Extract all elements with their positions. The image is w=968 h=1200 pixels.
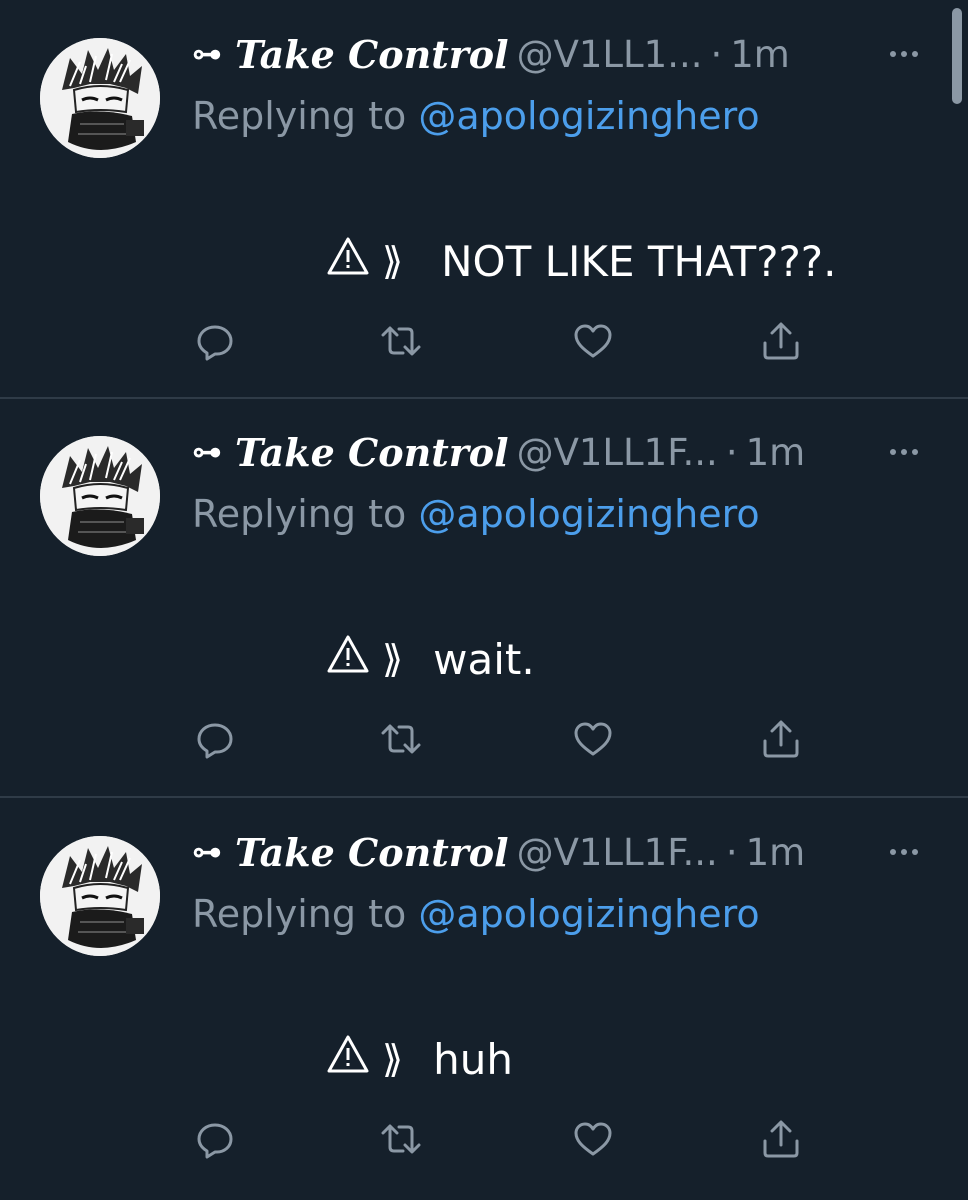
replying-to-handle[interactable]: @apologizinghero [418, 892, 759, 936]
display-name[interactable]: Take Control [235, 830, 509, 875]
action-bar [192, 318, 812, 368]
tweet-header: ⊶ Take Control @V1LL1... · 1m [192, 26, 892, 82]
tweet[interactable]: ⊶ Take Control @V1LL1F... · 1m Replying … [0, 798, 968, 1196]
double-arrow: ⟫ [382, 1037, 404, 1081]
tweet-body: NOT LIKE THAT???. [441, 236, 837, 286]
tweet-header: ⊶ Take Control @V1LL1F... · 1m [192, 824, 892, 880]
timestamp[interactable]: 1m [746, 831, 806, 874]
separator-dot: · [710, 32, 723, 76]
tweet[interactable]: ⊶ Take Control @V1LL1... · 1m Replying t… [0, 0, 968, 398]
replying-to-label: Replying to [192, 492, 419, 536]
timestamp[interactable]: 1m [730, 33, 790, 76]
display-name[interactable]: Take Control [235, 430, 509, 475]
avatar[interactable] [40, 436, 160, 556]
display-name[interactable]: Take Control [235, 32, 509, 77]
more-icon[interactable] [884, 832, 924, 872]
double-arrow: ⟫ [382, 239, 404, 283]
name-emblem: ⊶ [192, 36, 222, 72]
user-handle[interactable]: @V1LL1F... [517, 831, 718, 874]
timestamp[interactable]: 1m [746, 431, 806, 474]
avatar[interactable] [40, 38, 160, 158]
tweet[interactable]: ⊶ Take Control @V1LL1F... · 1m Replying … [0, 398, 968, 796]
retweet-icon[interactable] [378, 716, 424, 762]
replying-to: Replying to @apologizinghero [192, 94, 760, 138]
tweet-body: huh [433, 1034, 513, 1084]
separator-dot: · [725, 430, 738, 474]
reply-icon[interactable] [192, 716, 238, 762]
tweet-header: ⊶ Take Control @V1LL1F... · 1m [192, 424, 892, 480]
tweet-feed: ⊶ Take Control @V1LL1... · 1m Replying t… [0, 0, 968, 1200]
replying-to: Replying to @apologizinghero [192, 892, 760, 936]
tweet-text: ⟫ NOT LIKE THAT???. [326, 236, 836, 286]
reply-icon[interactable] [192, 1116, 238, 1162]
warning-icon [326, 236, 370, 286]
tweet-body: wait. [433, 634, 535, 684]
share-icon[interactable] [758, 1116, 804, 1162]
user-handle[interactable]: @V1LL1F... [517, 431, 718, 474]
heart-icon[interactable] [570, 318, 616, 364]
user-handle[interactable]: @V1LL1... [517, 33, 703, 76]
action-bar [192, 1116, 812, 1166]
name-emblem: ⊶ [192, 434, 222, 470]
share-icon[interactable] [758, 716, 804, 762]
separator-dot: · [725, 830, 738, 874]
reply-icon[interactable] [192, 318, 238, 364]
warning-icon [326, 1034, 370, 1084]
replying-to-label: Replying to [192, 94, 419, 138]
name-emblem: ⊶ [192, 834, 222, 870]
retweet-icon[interactable] [378, 318, 424, 364]
more-icon[interactable] [884, 432, 924, 472]
replying-to-handle[interactable]: @apologizinghero [418, 94, 759, 138]
heart-icon[interactable] [570, 1116, 616, 1162]
tweet-text: ⟫ wait. [326, 634, 535, 684]
heart-icon[interactable] [570, 716, 616, 762]
action-bar [192, 716, 812, 766]
retweet-icon[interactable] [378, 1116, 424, 1162]
avatar[interactable] [40, 836, 160, 956]
replying-to-label: Replying to [192, 892, 419, 936]
replying-to-handle[interactable]: @apologizinghero [418, 492, 759, 536]
warning-icon [326, 634, 370, 684]
more-icon[interactable] [884, 34, 924, 74]
replying-to: Replying to @apologizinghero [192, 492, 760, 536]
tweet-text: ⟫ huh [326, 1034, 513, 1084]
scrollbar[interactable] [952, 8, 962, 104]
share-icon[interactable] [758, 318, 804, 364]
double-arrow: ⟫ [382, 637, 404, 681]
